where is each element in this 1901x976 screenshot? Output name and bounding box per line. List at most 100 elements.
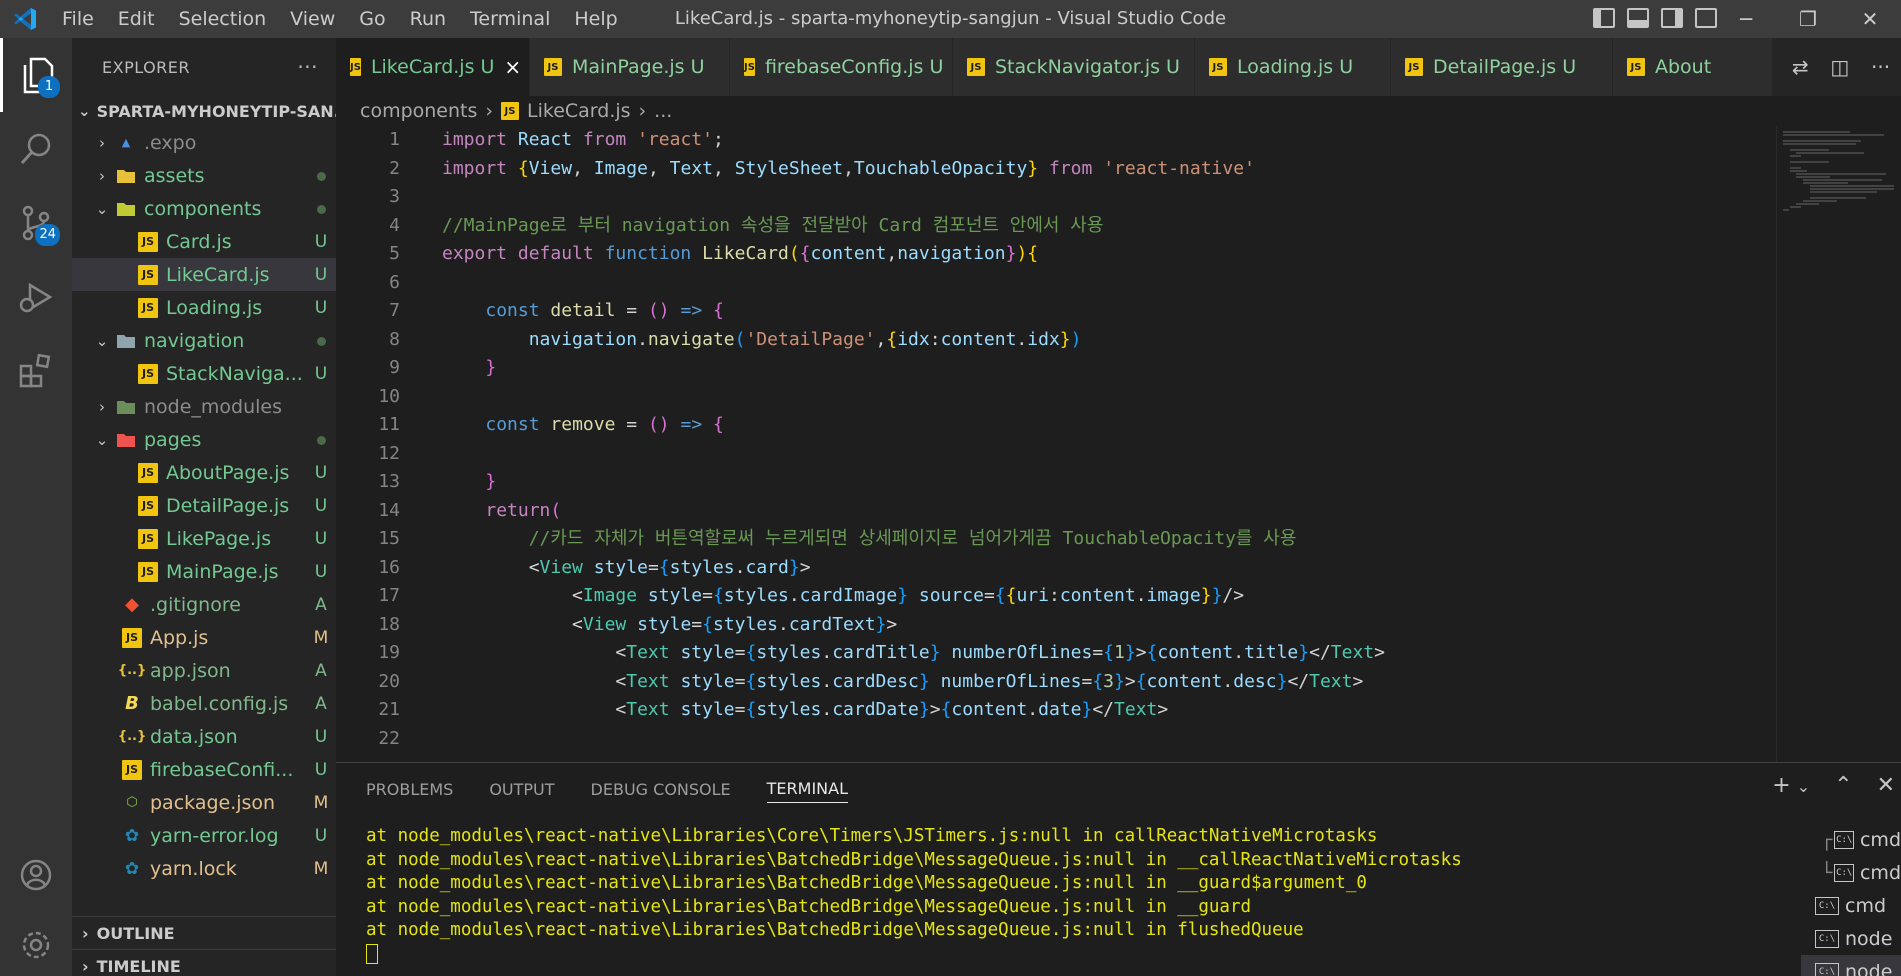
tree-item-app-json[interactable]: {..} app.json A [72,654,336,687]
outline-section[interactable]: › OUTLINE [72,916,336,949]
gear-icon [22,931,50,959]
tab-firebaseconfig-js[interactable]: JS firebaseConfig.js U [730,38,953,96]
breadcrumb-file[interactable]: LikeCard.js [527,100,631,122]
minimap[interactable] [1776,126,1901,762]
tree-item-firebaseconfig-js[interactable]: JS firebaseConfi... U [72,753,336,786]
menu-go[interactable]: Go [347,0,397,38]
more-actions-icon[interactable]: ··· [297,55,318,79]
toggle-sidebar-icon[interactable] [1593,8,1615,28]
tree-item-node-modules[interactable]: › node_modules [72,390,336,423]
code-editor[interactable]: 1 import React from 'react'; 2 import {Vie… [336,126,1776,762]
customize-layout-icon[interactable] [1695,8,1717,28]
terminal-instance[interactable]: ┌ C:\ cmd [1801,823,1901,856]
js-file-icon: JS [138,297,158,318]
tree-item-yarn-lock[interactable]: ✿ yarn.lock M [72,852,336,885]
source-control-activity[interactable]: 24 [0,186,72,260]
tab-loading-js[interactable]: JS Loading.js U [1195,38,1391,96]
terminal-list: ┌ C:\ cmd └ C:\ cmd C:\ cmd C:\ node C:\… [1801,823,1901,976]
code-line: 17 <Image style={styles.cardImage} sourc… [378,585,1245,606]
menu-edit[interactable]: Edit [106,0,167,38]
scm-badge: 24 [35,224,60,246]
tree-item-likepage-js[interactable]: JS LikePage.js U [72,522,336,555]
tree-item-data-json[interactable]: {..} data.json U [72,720,336,753]
tree-item-mainpage-js[interactable]: JS MainPage.js U [72,555,336,588]
tree-item-aboutpage-js[interactable]: JS AboutPage.js U [72,456,336,489]
code-line: 5 export default function LikeCard({conte… [389,243,1039,264]
tree-item-detailpage-js[interactable]: JS DetailPage.js U [72,489,336,522]
tree-item-package-json[interactable]: ⬡ package.json M [72,786,336,819]
menu-selection[interactable]: Selection [167,0,279,38]
terminal-instance[interactable]: C:\ node [1801,922,1901,955]
code-line: 3 [389,186,400,207]
tree-item-app-js[interactable]: JS App.js M [72,621,336,654]
editor-actions: ⇄ ◫ ··· [1781,38,1901,96]
tree-item-likecard-js[interactable]: JS LikeCard.js U [72,258,336,291]
tree-item-stacknavigator-js[interactable]: JS StackNaviga... U [72,357,336,390]
js-file-icon: JS [1405,58,1423,76]
workspace-folder[interactable]: ⌄ SPARTA-MYHONEYTIP-SAN... [72,96,336,126]
json-icon: {..} [117,729,147,744]
minimize-icon[interactable]: ─ [1715,0,1777,38]
tab-mainpage-js[interactable]: JS MainPage.js U [530,38,730,96]
close-icon[interactable]: × [504,55,521,79]
js-file-icon: JS [138,495,158,516]
tab-detailpage-js[interactable]: JS DetailPage.js U [1391,38,1613,96]
terminal-output[interactable]: at node_modules\react-native\Libraries\C… [366,825,1462,966]
menu-file[interactable]: File [50,0,106,38]
split-editor-icon[interactable]: ◫ [1830,55,1849,79]
folder-pages-icon [116,430,136,450]
menu-view[interactable]: View [278,0,347,38]
tree-item-assets[interactable]: › assets [72,159,336,192]
tree-item-pages[interactable]: ⌄ pages [72,423,336,456]
menu-terminal[interactable]: Terminal [458,0,562,38]
search-activity[interactable] [0,112,72,186]
accounts-activity[interactable] [0,838,72,912]
tree-item-gitignore[interactable]: ◆ .gitignore A [72,588,336,621]
folder-components-icon [116,199,136,219]
terminal-instance[interactable]: C:\ node [1801,955,1901,976]
breadcrumb-symbol[interactable]: ... [654,100,672,122]
extensions-activity[interactable] [0,334,72,408]
folder-node-icon [116,397,136,417]
tab-aboutpage-js[interactable]: JS About [1613,38,1773,96]
breadcrumb-folder[interactable]: components [360,100,477,122]
toggle-panel-icon[interactable] [1627,8,1649,28]
chevron-down-icon[interactable]: ⌄ [1797,777,1810,798]
explorer-activity[interactable]: 1 [0,38,72,112]
restore-icon[interactable]: ❐ [1777,0,1839,38]
tree-item-loading-js[interactable]: JS Loading.js U [72,291,336,324]
status-dot [316,336,326,346]
tab-debug-console[interactable]: DEBUG CONSOLE [591,780,731,803]
tree-item-components[interactable]: ⌄ components [72,192,336,225]
bottom-panel: PROBLEMS OUTPUT DEBUG CONSOLE TERMINAL +… [336,762,1901,976]
manage-activity[interactable] [0,908,72,976]
toggle-secondary-sidebar-icon[interactable] [1661,8,1683,28]
tree-item-card-js[interactable]: JS Card.js U [72,225,336,258]
more-actions-icon[interactable]: ··· [1871,55,1890,79]
terminal-instance[interactable]: └ C:\ cmd [1801,856,1901,889]
timeline-label: TIMELINE [96,956,181,976]
close-panel-icon[interactable]: ✕ [1877,773,1895,798]
close-window-icon[interactable]: ✕ [1839,0,1901,38]
tab-terminal[interactable]: TERMINAL [766,779,849,803]
timeline-section[interactable]: › TIMELINE [72,949,336,976]
chevron-down-icon: ⌄ [95,199,109,218]
run-debug-activity[interactable] [0,260,72,334]
tree-item-babel-config[interactable]: B babel.config.js A [72,687,336,720]
code-line: 7 const detail = () => { [389,300,724,321]
tree-item-navigation[interactable]: ⌄ navigation [72,324,336,357]
tab-output[interactable]: OUTPUT [489,780,554,803]
maximize-panel-icon[interactable]: ⌃ [1834,773,1852,798]
js-file-icon: JS [138,528,158,549]
menu-help[interactable]: Help [562,0,629,38]
open-changes-icon[interactable]: ⇄ [1792,55,1809,79]
tree-item-yarn-error-log[interactable]: ✿ yarn-error.log U [72,819,336,852]
tree-item-expo[interactable]: › ▲ .expo [72,126,336,159]
chevron-right-icon: › [638,100,647,122]
terminal-instance[interactable]: C:\ cmd [1801,889,1901,922]
menu-run[interactable]: Run [398,0,458,38]
tab-stacknavigator-js[interactable]: JS StackNavigator.js U [953,38,1195,96]
new-terminal-icon[interactable]: + [1772,773,1790,798]
tab-likecard-js[interactable]: JS LikeCard.js U × [336,38,530,96]
tab-problems[interactable]: PROBLEMS [366,780,453,803]
